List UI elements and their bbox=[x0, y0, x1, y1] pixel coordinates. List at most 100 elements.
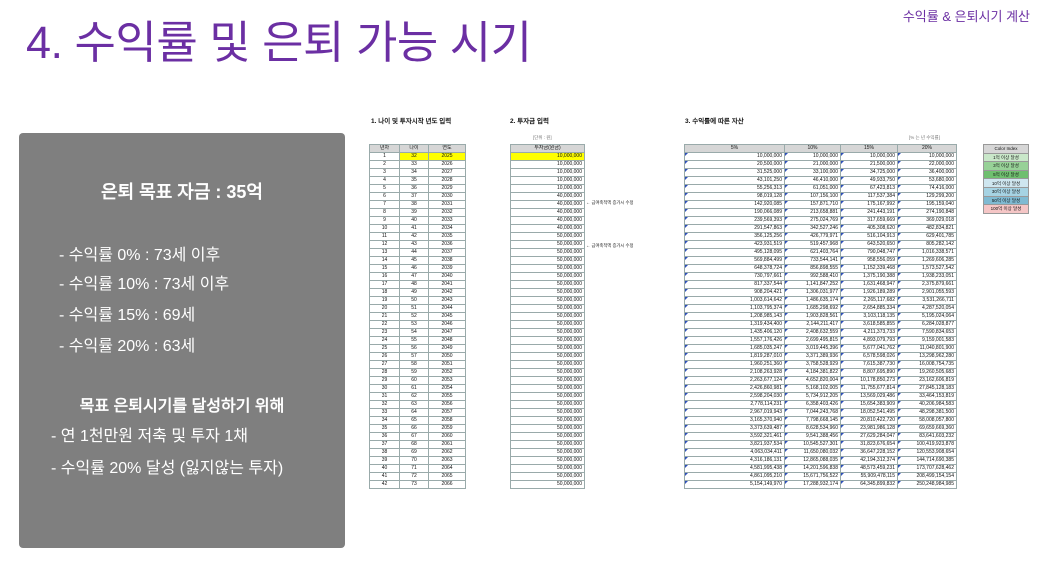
asset-cell: 61,051,000 bbox=[784, 184, 841, 193]
asset-cell: 3,371,389,936 bbox=[784, 352, 841, 361]
asset-cell: 43,101,250 bbox=[684, 176, 785, 185]
asset-cell: 1,435,406,120 bbox=[684, 328, 785, 337]
year-cell: 21 bbox=[369, 312, 400, 321]
table-row: 648,378,724 856,898,555 1,152,339,468 1,573… bbox=[684, 264, 957, 273]
asset-cell: 11,040,801,900 bbox=[897, 344, 957, 353]
legend-swatch: 3억 이상 달성 bbox=[983, 161, 1029, 171]
table-row: 2,598,204,030 5,734,912,205 13,569,029,486… bbox=[684, 392, 957, 401]
header-cell: 년차 bbox=[369, 144, 400, 153]
table-row: 18 49 2042 bbox=[369, 288, 466, 297]
slide-title: 4. 수익률 및 은퇴 가능 시기 bbox=[26, 17, 532, 68]
asset-cell: 5,154,149,970 bbox=[684, 480, 785, 489]
calendar-year-cell: 2027 bbox=[428, 168, 466, 177]
table-row: 50,000,000 bbox=[510, 256, 585, 265]
age-cell: 42 bbox=[399, 232, 429, 241]
investment-cell: 50,000,000 bbox=[510, 288, 585, 297]
rate-line: - 수익률 0% : 73세 이후 bbox=[59, 247, 221, 264]
legend-item: 5억 이상 달성 bbox=[983, 169, 1029, 180]
asset-cell: 8,628,534,960 bbox=[784, 424, 841, 433]
asset-cell: 4,652,820,004 bbox=[784, 376, 841, 385]
table-row: 50,000,000 bbox=[510, 384, 585, 393]
asset-cell: 27,845,128,183 bbox=[897, 384, 957, 393]
header-cell: 투자금(원금) bbox=[510, 144, 585, 153]
asset-cell: 8,807,695,890 bbox=[840, 368, 898, 377]
table-row: 5 36 2029 bbox=[369, 184, 466, 193]
asset-cell: 13,298,962,280 bbox=[897, 352, 957, 361]
table-row: 3,821,937,534 10,545,527,301 31,823,676,65… bbox=[684, 440, 957, 449]
year-cell: 14 bbox=[369, 256, 400, 265]
asset-cell: 2,426,860,981 bbox=[684, 384, 785, 393]
asset-cell: 1,269,606,285 bbox=[897, 256, 957, 265]
table-row: 50,000,000 bbox=[510, 456, 585, 465]
investment-cell: 50,000,000 bbox=[510, 424, 585, 433]
asset-cell: 1,486,635,174 bbox=[784, 296, 841, 305]
table-row: 50,000,000 bbox=[510, 424, 585, 433]
asset-cell: 2,699,495,815 bbox=[784, 336, 841, 345]
plan-line: - 수익률 20% 달성 (잃지않는 투자) bbox=[51, 460, 284, 477]
age-cell: 67 bbox=[399, 432, 429, 441]
year-cell: 38 bbox=[369, 448, 400, 457]
asset-cell: 1,685,035,247 bbox=[684, 344, 785, 353]
asset-cell: 213,658,881 bbox=[784, 208, 841, 217]
age-cell: 72 bbox=[399, 472, 429, 481]
table-row: 3,373,639,487 8,628,534,960 23,981,986,128… bbox=[684, 424, 957, 433]
calendar-year-cell: 2059 bbox=[428, 424, 466, 433]
calendar-year-cell: 2051 bbox=[428, 360, 466, 369]
header-cell: 나이 bbox=[399, 144, 429, 153]
table-row: 22 53 2046 bbox=[369, 320, 466, 329]
calendar-year-cell: 2040 bbox=[428, 272, 466, 281]
table-row: 730,797,661 992,588,410 1,375,190,388 1,938… bbox=[684, 272, 957, 281]
investment-cell: 50,000,000 bbox=[510, 272, 585, 281]
table-row: 31 62 2055 bbox=[369, 392, 466, 401]
asset-cell: 3,103,118,135 bbox=[840, 312, 898, 321]
investment-cell: 10,000,000 bbox=[510, 184, 585, 193]
table-row: 50,000,000 bbox=[510, 448, 585, 457]
year-cell: 35 bbox=[369, 424, 400, 433]
age-cell: 37 bbox=[399, 192, 429, 201]
calendar-year-cell: 2025 bbox=[428, 152, 466, 161]
age-cell: 61 bbox=[399, 384, 429, 393]
asset-cell: 21,000,000 bbox=[784, 160, 841, 169]
investment-cell: 50,000,000 bbox=[510, 440, 585, 449]
unit-label: [단위 : 원] bbox=[533, 135, 552, 140]
asset-cell: 1,573,527,542 bbox=[897, 264, 957, 273]
asset-cell: 2,263,677,124 bbox=[684, 376, 785, 385]
asset-cell: 5,195,024,064 bbox=[897, 312, 957, 321]
asset-cell: 342,527,246 bbox=[784, 224, 841, 233]
table-row: 1,685,035,247 3,019,445,396 5,677,041,762 1… bbox=[684, 344, 957, 353]
asset-cell: 120,553,908,654 bbox=[897, 448, 957, 457]
asset-cell: 3,758,528,929 bbox=[784, 360, 841, 369]
asset-cell: 20,810,422,720 bbox=[840, 416, 898, 425]
header-cell: 5% bbox=[684, 144, 785, 153]
asset-cell: 423,931,519 bbox=[684, 240, 785, 249]
asset-cell: 1,819,287,010 bbox=[684, 352, 785, 361]
asset-cell: 74,416,000 bbox=[897, 184, 957, 193]
calendar-year-cell: 2026 bbox=[428, 160, 466, 169]
table-row: 2,263,677,124 4,652,820,004 10,178,850,273… bbox=[684, 376, 957, 385]
table-row: 33 64 2057 bbox=[369, 408, 466, 417]
investment-cell: 50,000,000 bbox=[510, 336, 585, 345]
asset-cell: 40,206,984,583 bbox=[897, 400, 957, 409]
table-row: 12 43 2036 bbox=[369, 240, 466, 249]
table-row: 190,066,089 213,658,881 241,443,191 274,190… bbox=[684, 208, 957, 217]
asset-cell: 15,671,756,522 bbox=[784, 472, 841, 481]
asset-cell: 3,618,585,855 bbox=[840, 320, 898, 329]
table-row: 41 72 2065 bbox=[369, 472, 466, 481]
calendar-year-cell: 2060 bbox=[428, 432, 466, 441]
corner-label: 수익률 & 은퇴시기 계산 bbox=[902, 9, 1030, 24]
asset-cell: 405,308,620 bbox=[840, 224, 898, 233]
legend-swatch: 100억 이상 달성 bbox=[983, 204, 1029, 214]
table-row: 19 50 2043 bbox=[369, 296, 466, 305]
investment-cell: 50,000,000 bbox=[510, 408, 585, 417]
calendar-year-cell: 2052 bbox=[428, 368, 466, 377]
asset-cell: 3,165,370,940 bbox=[684, 416, 785, 425]
table-row: 42 73 2066 bbox=[369, 480, 466, 489]
asset-cell: 1,016,338,571 bbox=[897, 248, 957, 257]
year-cell: 41 bbox=[369, 472, 400, 481]
asset-cell: 1,685,298,692 bbox=[784, 304, 841, 313]
table-row: 20,500,000 21,000,000 21,500,000 22,000,000 bbox=[684, 160, 957, 169]
asset-cell: 426,779,971 bbox=[784, 232, 841, 241]
asset-cell: 42,194,312,374 bbox=[840, 456, 898, 465]
table-row: 38 69 2062 bbox=[369, 448, 466, 457]
investment-cell: 50,000,000 bbox=[510, 248, 585, 257]
